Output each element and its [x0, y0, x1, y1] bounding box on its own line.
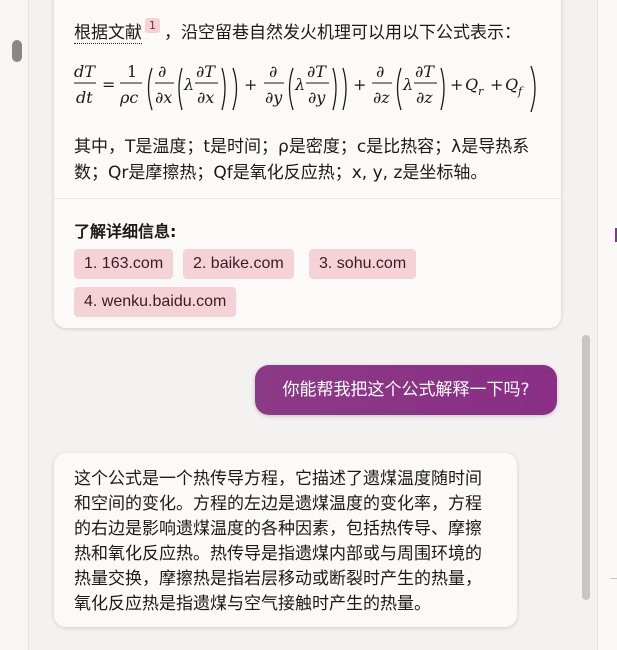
source-link-sohu[interactable]: 3. sohu.com	[309, 249, 417, 279]
formula-partial-3: ∂	[376, 62, 384, 81]
formula-dy-1: ∂y	[265, 88, 283, 107]
formula-plus-3: +	[450, 75, 463, 94]
formula-dz-2: ∂z	[416, 88, 433, 107]
formula-coef-denominator: ρc	[119, 88, 138, 107]
formula-dT-2: ∂T	[307, 62, 327, 81]
formula-dx-2: ∂x	[197, 88, 214, 107]
left-scrollbar-thumb[interactable]	[12, 40, 22, 62]
formula-dx-1: ∂x	[155, 88, 172, 107]
formula-dz-1: ∂z	[373, 88, 390, 107]
source-link-baike[interactable]: 2. baike.com	[183, 249, 294, 279]
formula-dT-3: ∂T	[415, 62, 435, 81]
formula-dT-1: ∂T	[196, 62, 216, 81]
formula-Q-f: Q	[505, 75, 518, 94]
assistant-message-card: 根据文献 1 ，沿空留巷自然发火机理可以用以下公式表示： dT dt = 1 ρc …	[54, 0, 561, 328]
source-link-wenku[interactable]: 4. wenku.baidu.com	[74, 287, 237, 317]
formula-sub-r: r	[478, 85, 484, 98]
reference-link[interactable]: 根据文献	[74, 23, 142, 44]
formula-sub-f: f	[517, 85, 524, 98]
formula-partial-2: ∂	[269, 62, 277, 81]
learn-more-title: 了解详细信息:	[74, 222, 177, 241]
reply-line-5: 热量交换，摩擦热是指岩层移动或断裂时产生的热量，	[74, 569, 482, 589]
heat-equation-formula: dT dt = 1 ρc ∂ ∂x λ ∂T ∂x + ∂ ∂y λ ∂T ∂y…	[74, 62, 536, 113]
formula-plus-2: +	[353, 75, 366, 94]
formula-plus-1: +	[244, 75, 257, 94]
reply-line-6: 氧化反应热是指遗煤与空气接触时产生的热量。	[74, 594, 431, 614]
formula-lambda-1: λ	[183, 75, 194, 94]
formula-lhs-denominator: dt	[76, 88, 93, 107]
formula-Q-r: Q	[465, 75, 478, 94]
panel-divider-mark	[610, 578, 617, 579]
formula-plus-4: +	[490, 75, 503, 94]
reply-text: 这个公式是一个热传导方程，它描述了遗煤温度随时间 和空间的变化。方程的左边是遗煤…	[74, 467, 502, 617]
citation-badge[interactable]: 1	[145, 18, 160, 33]
formula-dy-2: ∂y	[308, 88, 326, 107]
explanation-line-2: 数；Qr是摩擦热；Qf是氧化反应热；x, y, z是坐标轴。	[74, 163, 488, 183]
section-divider	[54, 198, 561, 199]
chat-scrollbar-thumb[interactable]	[582, 335, 590, 600]
intro-text: ，沿空留巷自然发火机理可以用以下公式表示：	[164, 23, 521, 43]
formula-coef-numerator: 1	[127, 62, 137, 81]
source-link-163[interactable]: 1. 163.com	[74, 249, 174, 279]
formula-equals: =	[102, 75, 115, 94]
formula-partial-1: ∂	[158, 62, 166, 81]
formula-lambda-2: λ	[294, 75, 305, 94]
assistant-reply-card: 这个公式是一个热传导方程，它描述了遗煤温度随时间 和空间的变化。方程的左边是遗煤…	[54, 453, 517, 627]
user-message-bubble: 你能帮我把这个公式解释一下吗?	[255, 365, 557, 415]
formula-lhs-numerator: dT	[74, 62, 96, 81]
left-pane	[0, 0, 29, 650]
variable-explanation: 其中，T是温度；t是时间；ρ是密度；c是比热容；λ是导热系 数；Qr是摩擦热；Q…	[74, 134, 549, 186]
reply-line-4: 热和氧化反应热。热传导是指遗煤内部或与周围环境的	[74, 544, 482, 564]
formula-lambda-3: λ	[402, 75, 413, 94]
reply-line-1: 这个公式是一个热传导方程，它描述了遗煤温度随时间	[74, 469, 482, 489]
intro-sentence: 根据文献 1 ，沿空留巷自然发火机理可以用以下公式表示：	[74, 18, 521, 44]
right-side-panel	[597, 0, 617, 650]
explanation-line-1: 其中，T是温度；t是时间；ρ是密度；c是比热容；λ是导热系	[74, 137, 530, 157]
reply-line-3: 的右边是影响遗煤温度的各种因素，包括热传导、摩擦	[74, 519, 482, 539]
reply-line-2: 和空间的变化。方程的左边是遗煤温度的变化率，方程	[74, 494, 482, 514]
